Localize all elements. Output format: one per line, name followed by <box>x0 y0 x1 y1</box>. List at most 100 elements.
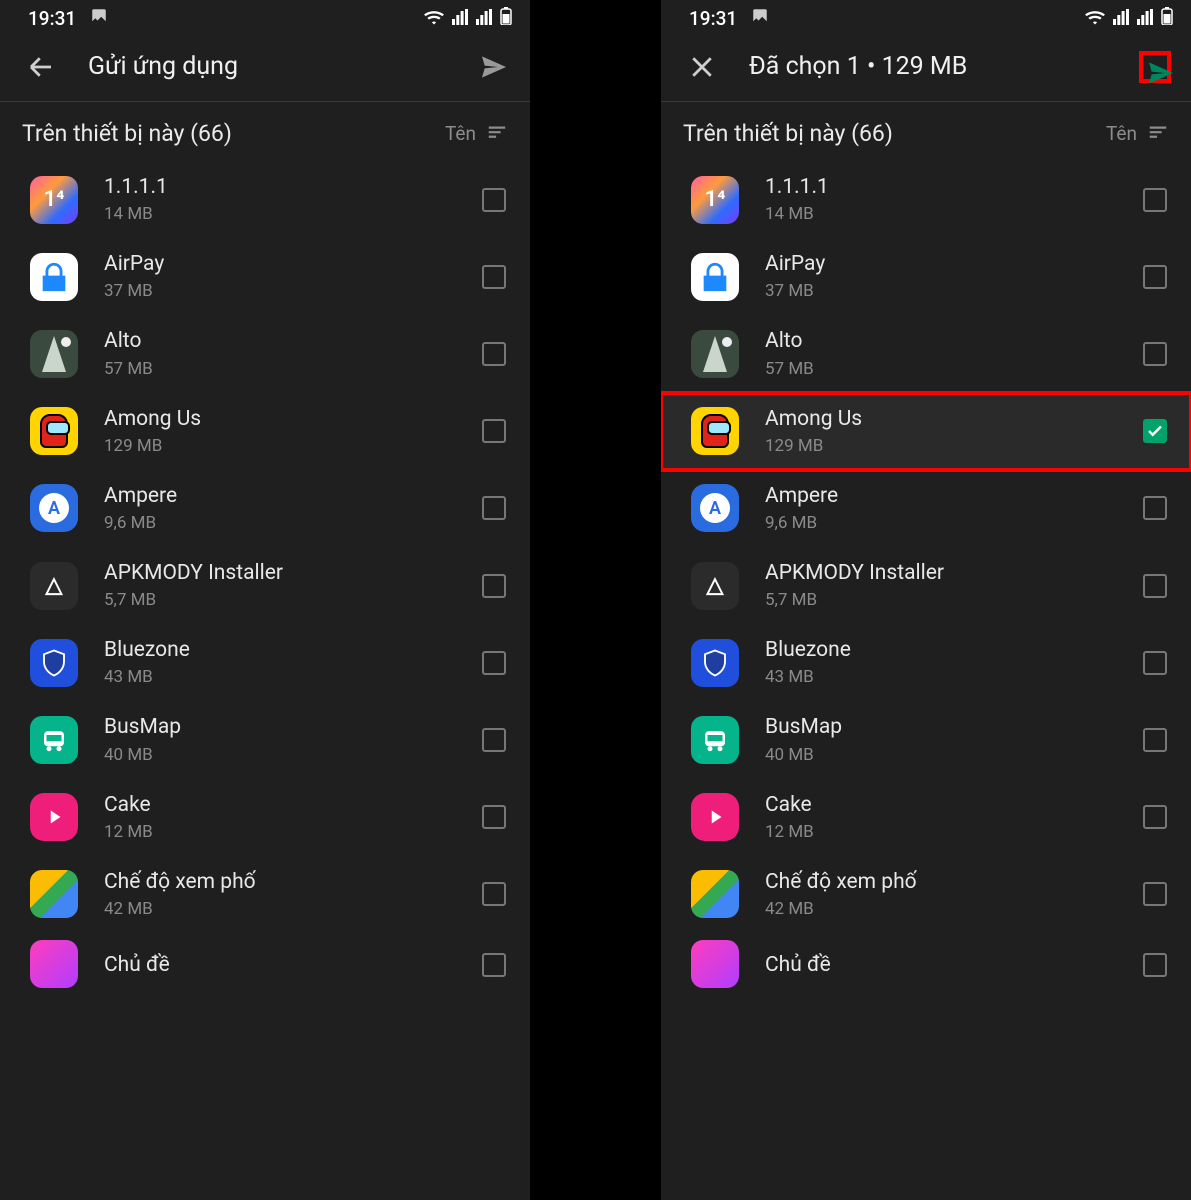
app-name: Chủ đề <box>765 953 1143 978</box>
checkbox[interactable] <box>1143 882 1167 906</box>
app-name: Chủ đề <box>104 953 482 978</box>
app-size: 5,7 MB <box>765 590 1143 610</box>
checkbox[interactable] <box>482 651 506 675</box>
app-size: 5,7 MB <box>104 590 482 610</box>
picture-icon <box>90 7 108 30</box>
status-time: 19:31 <box>28 7 76 30</box>
app-icon <box>691 330 739 378</box>
status-bar: 19:31 <box>661 0 1191 32</box>
list-item[interactable]: AirPay37 MB <box>0 238 530 315</box>
checkbox[interactable] <box>482 188 506 212</box>
checkbox[interactable] <box>1143 419 1167 443</box>
checkbox[interactable] <box>1143 805 1167 829</box>
list-item[interactable]: BusMap40 MB <box>0 701 530 778</box>
app-icon: △ <box>691 562 739 610</box>
list-item[interactable]: AAmpere9,6 MB <box>0 470 530 547</box>
app-icon <box>691 940 739 988</box>
list-item[interactable]: Chủ đề <box>661 933 1191 993</box>
sort-label[interactable]: Tên <box>1106 122 1137 145</box>
checkbox[interactable] <box>482 419 506 443</box>
close-icon[interactable] <box>687 52 717 82</box>
list-item[interactable]: △APKMODY Installer5,7 MB <box>0 547 530 624</box>
app-size: 129 MB <box>765 436 1143 456</box>
battery-icon <box>1161 7 1173 30</box>
app-size: 42 MB <box>765 899 1143 919</box>
app-size: 14 MB <box>765 204 1143 224</box>
app-icon <box>30 253 78 301</box>
list-item[interactable]: Among Us129 MB <box>661 393 1191 470</box>
checkbox[interactable] <box>1143 342 1167 366</box>
phone-left: 19:31 Gửi ứng dụng Trên thiết bị này (66… <box>0 0 530 1200</box>
app-name: Chế độ xem phố <box>765 870 1143 895</box>
app-size: 9,6 MB <box>104 513 482 533</box>
battery-icon <box>500 7 512 30</box>
back-icon[interactable] <box>26 52 56 82</box>
app-icon <box>691 716 739 764</box>
list-item[interactable]: Chủ đề <box>0 933 530 993</box>
checkbox[interactable] <box>1143 496 1167 520</box>
checkbox[interactable] <box>1143 728 1167 752</box>
list-item[interactable]: Chế độ xem phố 42 MB <box>0 856 530 933</box>
app-name: APKMODY Installer <box>765 561 1143 586</box>
checkbox[interactable] <box>482 882 506 906</box>
app-size: 37 MB <box>104 281 482 301</box>
app-name: Ampere <box>765 484 1143 509</box>
page-title: Gửi ứng dụng <box>88 52 478 81</box>
sort-icon[interactable] <box>486 121 508 147</box>
list-item[interactable]: BusMap 40 MB <box>661 701 1191 778</box>
list-item[interactable]: A Ampere 9,6 MB <box>661 470 1191 547</box>
sort-label[interactable]: Tên <box>445 122 476 145</box>
subheader: Trên thiết bị này (66) Tên <box>0 102 530 161</box>
app-size: 9,6 MB <box>765 513 1143 533</box>
list-item[interactable]: Alto57 MB <box>661 315 1191 392</box>
app-size: 40 MB <box>765 745 1143 765</box>
app-size: 12 MB <box>765 822 1143 842</box>
list-item[interactable]: 1⁴1.1.1.114 MB <box>0 161 530 238</box>
checkbox[interactable] <box>482 953 506 977</box>
checkbox[interactable] <box>1143 188 1167 212</box>
app-icon: A <box>691 484 739 532</box>
app-name: BusMap <box>765 715 1143 740</box>
app-name: 1.1.1.1 <box>765 175 1143 200</box>
list-item[interactable]: AirPay37 MB <box>661 238 1191 315</box>
checkbox[interactable] <box>482 265 506 289</box>
page-title: Đã chọn 1 • 129 MB <box>749 52 1139 81</box>
checkbox[interactable] <box>1143 265 1167 289</box>
checkbox[interactable] <box>1143 651 1167 675</box>
list-item[interactable]: Bluezone43 MB <box>0 624 530 701</box>
app-size: 57 MB <box>104 359 482 379</box>
checkbox[interactable] <box>482 728 506 752</box>
checkbox[interactable] <box>482 342 506 366</box>
send-icon[interactable] <box>1139 51 1171 83</box>
app-size: 42 MB <box>104 899 482 919</box>
sort-icon[interactable] <box>1147 121 1169 147</box>
checkbox[interactable] <box>1143 574 1167 598</box>
signal-icon <box>452 7 468 30</box>
device-count: Trên thiết bị này (66) <box>683 120 1106 147</box>
app-name: Chế độ xem phố <box>104 870 482 895</box>
app-name: 1.1.1.1 <box>104 175 482 200</box>
signal-icon <box>1113 7 1129 30</box>
app-name: BusMap <box>104 715 482 740</box>
list-item[interactable]: 1⁴1.1.1.114 MB <box>661 161 1191 238</box>
list-item[interactable]: Chế độ xem phố 42 MB <box>661 856 1191 933</box>
list-item[interactable]: Bluezone43 MB <box>661 624 1191 701</box>
app-icon <box>30 940 78 988</box>
status-time: 19:31 <box>689 7 737 30</box>
list-item[interactable]: △ APKMODY Installer 5,7 MB <box>661 547 1191 624</box>
app-name: Cake <box>765 793 1143 818</box>
app-name: Ampere <box>104 484 482 509</box>
checkbox[interactable] <box>1143 953 1167 977</box>
app-name: AirPay <box>765 252 1143 277</box>
signal-icon-2 <box>1137 7 1153 30</box>
app-name: Cake <box>104 793 482 818</box>
checkbox[interactable] <box>482 805 506 829</box>
checkbox[interactable] <box>482 496 506 520</box>
wifi-icon <box>424 7 444 30</box>
list-item[interactable]: Alto57 MB <box>0 315 530 392</box>
list-item[interactable]: Cake 12 MB <box>661 779 1191 856</box>
send-icon[interactable] <box>478 51 510 83</box>
list-item[interactable]: Among Us129 MB <box>0 393 530 470</box>
checkbox[interactable] <box>482 574 506 598</box>
list-item[interactable]: Cake12 MB <box>0 779 530 856</box>
